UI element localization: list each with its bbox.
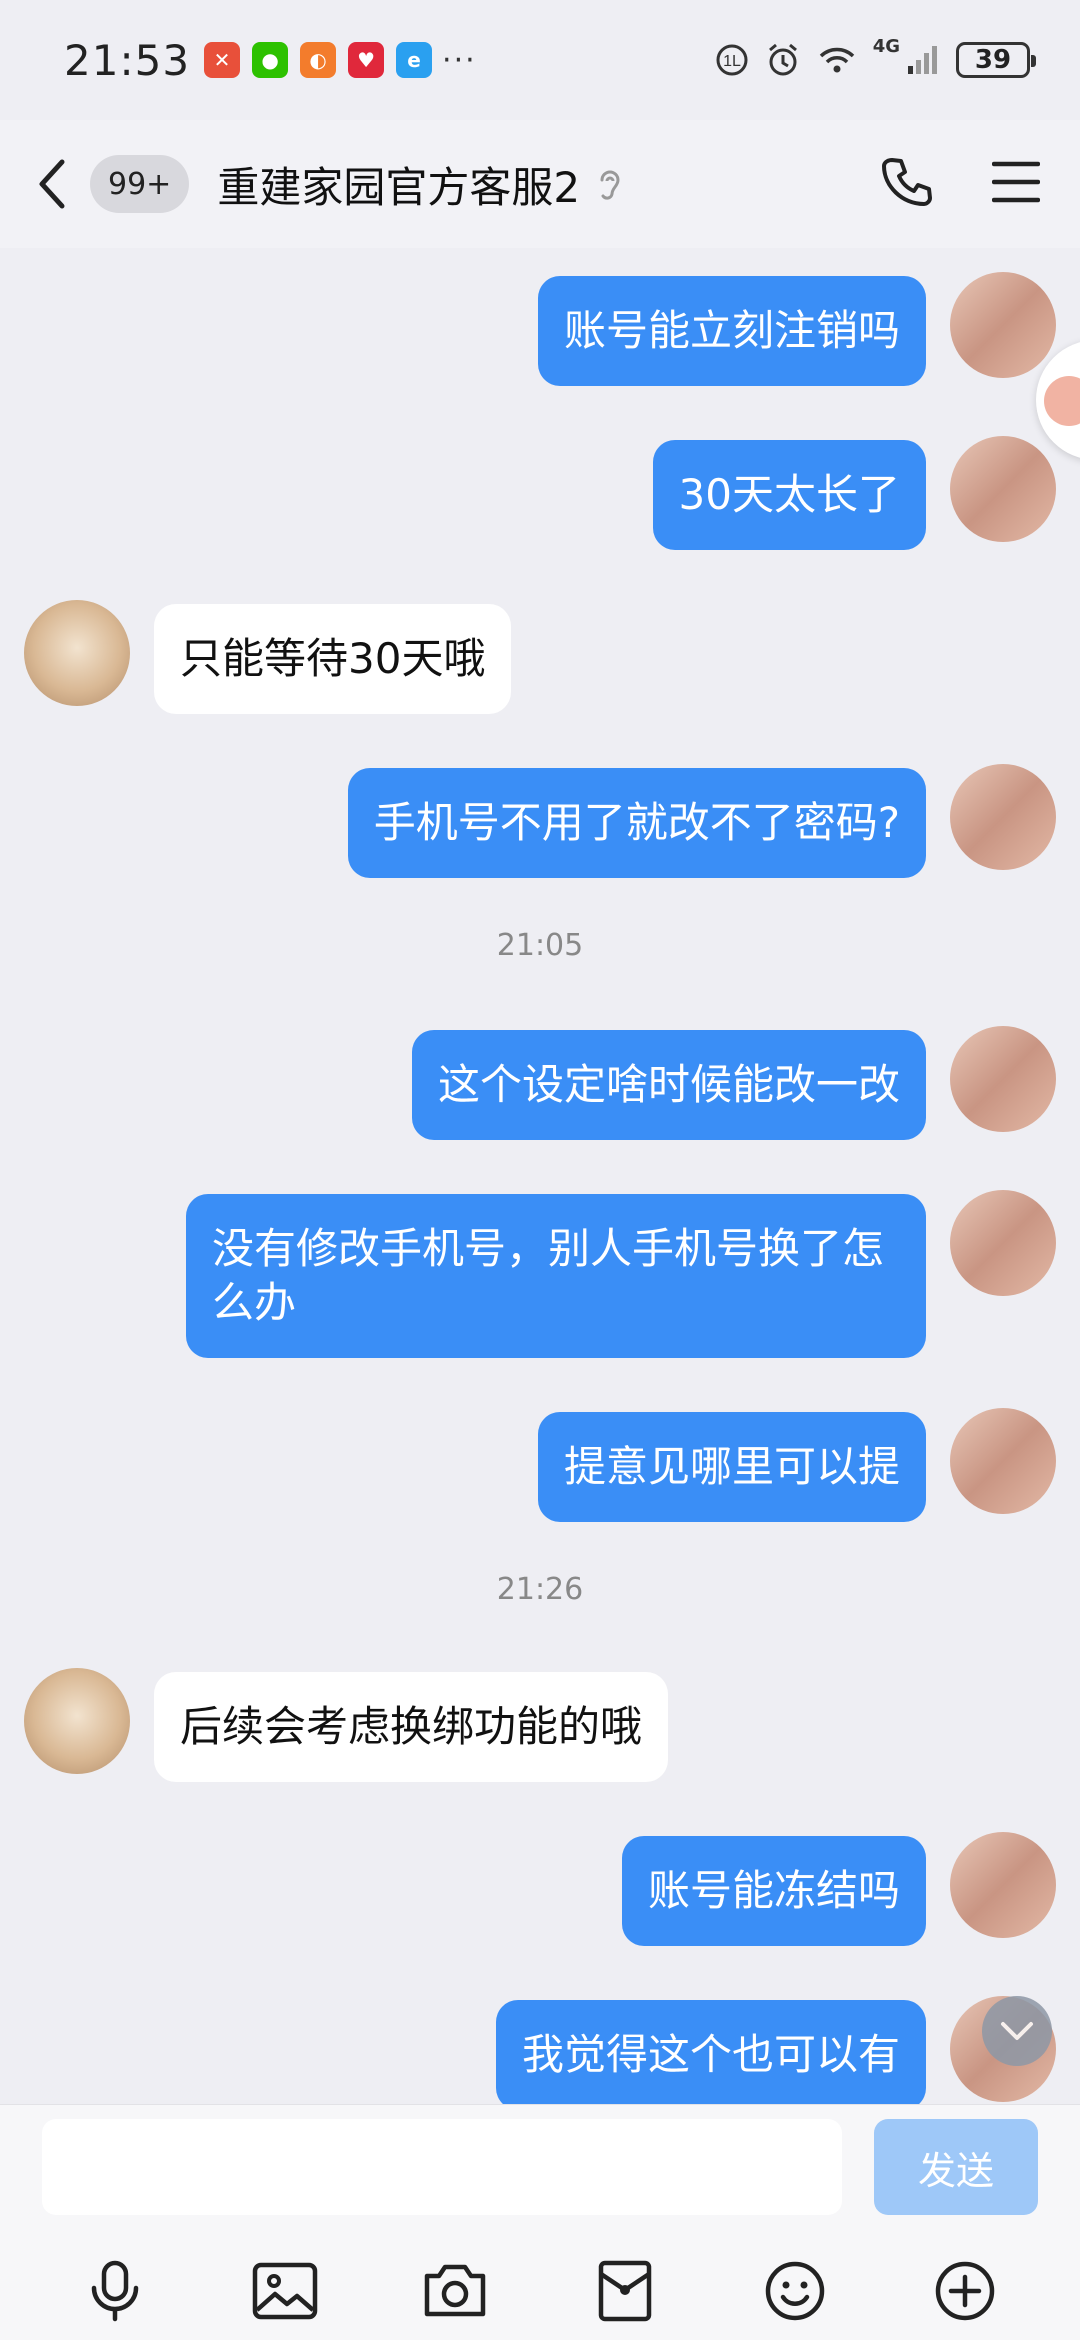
emoji-icon bbox=[765, 2261, 825, 2321]
unread-count: 99+ bbox=[108, 166, 172, 202]
back-button[interactable] bbox=[36, 154, 76, 214]
phone-call-button[interactable] bbox=[878, 154, 934, 214]
status-time: 21:53 bbox=[64, 35, 191, 85]
message-text: 提意见哪里可以提 bbox=[563, 1442, 900, 1491]
notification-icons: ✕ ● ◐ ♥ e bbox=[204, 42, 433, 78]
outgoing-message[interactable]: 账号能冻结吗 bbox=[621, 1836, 926, 1946]
voice-button[interactable] bbox=[75, 2251, 155, 2331]
chevron-down-icon bbox=[1001, 2022, 1033, 2040]
message-text: 账号能冻结吗 bbox=[647, 1866, 900, 1915]
hamburger-menu-icon bbox=[991, 161, 1041, 203]
outgoing-message[interactable]: 没有修改手机号，别人手机号换了怎么办 bbox=[186, 1194, 926, 1358]
composer: 发送 bbox=[0, 2104, 1080, 2340]
message-text: 这个设定啥时候能改一改 bbox=[437, 1060, 900, 1109]
my-avatar[interactable] bbox=[950, 1408, 1056, 1514]
camera-icon bbox=[424, 2264, 486, 2317]
my-avatar[interactable] bbox=[950, 1026, 1056, 1132]
message-timestamp: 21:05 bbox=[496, 928, 584, 963]
my-avatar[interactable] bbox=[950, 436, 1056, 542]
svg-text:1L: 1L bbox=[723, 53, 741, 70]
outgoing-message[interactable]: 30天太长了 bbox=[652, 440, 926, 550]
image-icon bbox=[252, 2262, 318, 2320]
status-right: 1L 4G 39 bbox=[715, 36, 1036, 78]
my-avatar[interactable] bbox=[950, 272, 1056, 378]
network-type: 4G bbox=[872, 36, 900, 57]
composer-toolbar bbox=[0, 2251, 1080, 2331]
outgoing-message[interactable]: 提意见哪里可以提 bbox=[537, 1412, 926, 1522]
outgoing-message[interactable]: 我觉得这个也可以有 bbox=[495, 2000, 926, 2104]
red-packet-icon bbox=[598, 2260, 652, 2322]
red-packet-button[interactable] bbox=[585, 2251, 665, 2331]
more-notifications-icon: ··· bbox=[442, 42, 477, 78]
chat-title[interactable]: 重建家园官方客服2 bbox=[217, 154, 580, 215]
message-text: 只能等待30天哦 bbox=[180, 634, 486, 683]
photo-album-button[interactable] bbox=[245, 2251, 325, 2331]
incoming-message[interactable]: 只能等待30天哦 bbox=[154, 604, 512, 714]
app-notification-icon: e bbox=[396, 42, 433, 78]
microphone-icon bbox=[91, 2260, 139, 2322]
emoji-button[interactable] bbox=[755, 2251, 835, 2331]
alarm-icon bbox=[768, 43, 797, 76]
unread-count-badge[interactable]: 99+ bbox=[90, 155, 190, 213]
battery-level: 39 bbox=[974, 45, 1012, 75]
message-text: 30天太长了 bbox=[678, 470, 900, 519]
message-text: 没有修改手机号，别人手机号换了怎么办 bbox=[212, 1224, 885, 1327]
outgoing-message[interactable]: 手机号不用了就改不了密码? bbox=[347, 768, 926, 878]
my-avatar[interactable] bbox=[950, 1190, 1056, 1296]
my-avatar[interactable] bbox=[950, 1832, 1056, 1938]
wifi-icon bbox=[819, 47, 854, 73]
signal-icon bbox=[908, 46, 937, 74]
app-notification-icon: ◐ bbox=[300, 42, 337, 78]
outgoing-message[interactable]: 这个设定啥时候能改一改 bbox=[411, 1030, 926, 1140]
message-list[interactable]: 账号能立刻注销吗 30天太长了 只能等待30天哦 手机号不用了就改不了密码? 2… bbox=[0, 248, 1080, 2104]
battery-indicator: 39 bbox=[956, 42, 1036, 78]
scroll-to-bottom-button[interactable] bbox=[982, 1996, 1052, 2066]
status-bar: 21:53 ✕ ● ◐ ♥ e ··· 1L 4G 39 bbox=[0, 0, 1080, 120]
message-timestamp: 21:26 bbox=[496, 1572, 584, 1607]
chat-header: 99+ 重建家园官方客服2 bbox=[0, 120, 1080, 248]
service-avatar[interactable] bbox=[24, 1668, 130, 1774]
chevron-left-icon bbox=[39, 159, 65, 209]
earpiece-mode-icon bbox=[594, 164, 624, 204]
data-saver-icon: 1L bbox=[716, 44, 748, 76]
app-notification-icon: ✕ bbox=[204, 42, 241, 78]
my-avatar[interactable] bbox=[950, 764, 1056, 870]
message-input[interactable] bbox=[42, 2119, 842, 2215]
message-text: 账号能立刻注销吗 bbox=[563, 306, 900, 355]
message-text: 后续会考虑换绑功能的哦 bbox=[180, 1702, 643, 1751]
send-button[interactable]: 发送 bbox=[874, 2119, 1038, 2215]
menu-button[interactable] bbox=[991, 160, 1041, 208]
outgoing-message[interactable]: 账号能立刻注销吗 bbox=[537, 276, 926, 386]
message-text: 我觉得这个也可以有 bbox=[521, 2030, 900, 2079]
wechat-icon: ● bbox=[252, 42, 289, 78]
more-functions-button[interactable] bbox=[925, 2251, 1005, 2331]
phone-icon bbox=[882, 158, 932, 206]
app-notification-icon: ♥ bbox=[348, 42, 385, 78]
plus-icon bbox=[935, 2261, 995, 2321]
message-text: 手机号不用了就改不了密码? bbox=[373, 798, 900, 847]
camera-button[interactable] bbox=[415, 2251, 495, 2331]
floating-widget-icon bbox=[1044, 376, 1080, 426]
incoming-message[interactable]: 后续会考虑换绑功能的哦 bbox=[154, 1672, 669, 1782]
service-avatar[interactable] bbox=[24, 600, 130, 706]
